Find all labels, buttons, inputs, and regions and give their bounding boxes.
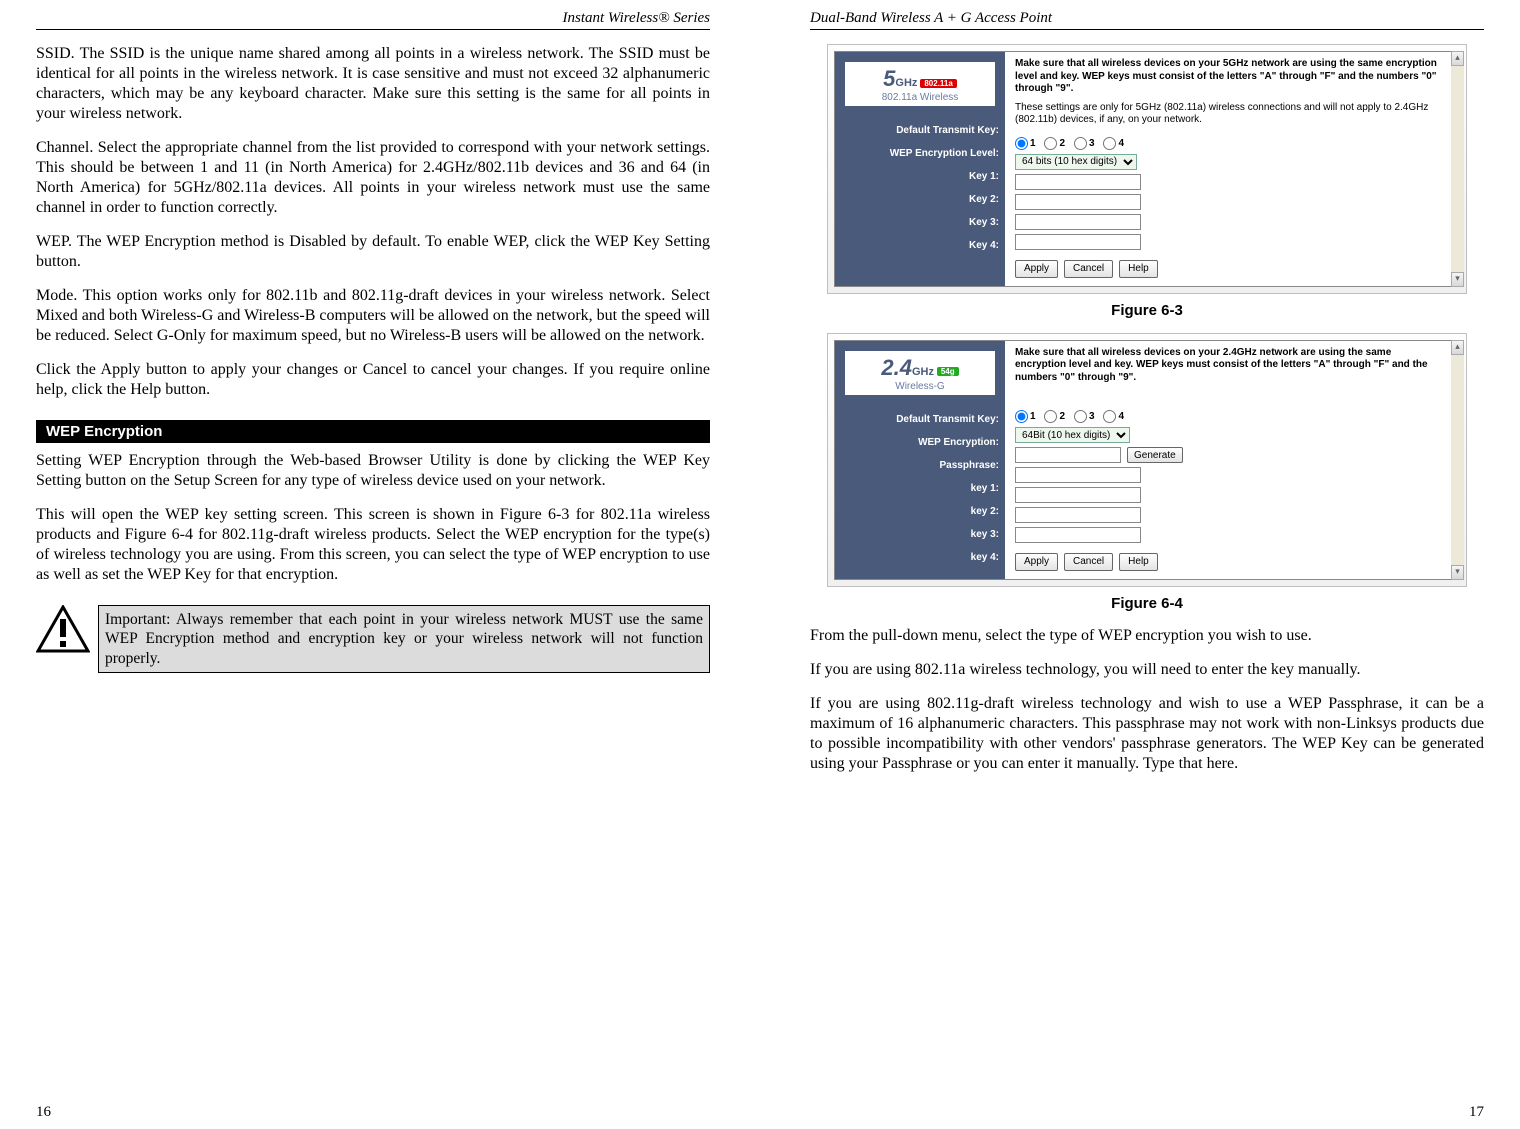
transmit-key-radios: 1 2 3 4 (1015, 410, 1445, 423)
para-wep-screen: This will open the WEP key setting scree… (36, 505, 710, 585)
para-apply: Click the Apply button to apply your cha… (36, 360, 710, 400)
transmit-key-4-radio[interactable] (1103, 137, 1116, 150)
transmit-key-radios: 1 2 3 4 (1015, 137, 1445, 150)
transmit-key-3-radio[interactable] (1074, 410, 1087, 423)
para-wep-setting: Setting WEP Encryption through the Web-b… (36, 451, 710, 491)
notice-24ghz: Make sure that all wireless devices on y… (1015, 347, 1445, 385)
apply-button[interactable]: Apply (1015, 553, 1058, 571)
generate-button[interactable]: Generate (1127, 447, 1183, 463)
label-encryption-level: WEP Encryption Level: (835, 145, 999, 163)
running-head-right: Dual-Band Wireless A + G Access Point (810, 10, 1484, 30)
transmit-key-2-radio[interactable] (1044, 137, 1057, 150)
scroll-down-icon[interactable]: ▾ (1451, 272, 1464, 287)
label-passphrase: Passphrase: (835, 457, 999, 475)
label-encryption: WEP Encryption: (835, 434, 999, 452)
label-key4: Key 4: (835, 237, 999, 255)
label-key3: key 3: (835, 526, 999, 544)
apply-button[interactable]: Apply (1015, 260, 1058, 278)
scrollbar[interactable]: ▴ ▾ (1451, 340, 1464, 581)
transmit-key-4-radio[interactable] (1103, 410, 1116, 423)
scrollbar[interactable]: ▴ ▾ (1451, 51, 1464, 287)
scroll-down-icon[interactable]: ▾ (1451, 565, 1464, 580)
key2-input[interactable] (1015, 194, 1141, 210)
scroll-up-icon[interactable]: ▴ (1451, 340, 1464, 355)
transmit-key-3-radio[interactable] (1074, 137, 1087, 150)
band-chip-80211a: 802.11a (920, 79, 956, 88)
para-wep: WEP. The WEP Encryption method is Disabl… (36, 232, 710, 272)
key3-input[interactable] (1015, 214, 1141, 230)
label-transmit-key: Default Transmit Key: (835, 122, 999, 140)
important-callout: Important: Always remember that each poi… (98, 605, 710, 673)
para-80211g-passphrase: If you are using 802.11g-draft wireless … (810, 694, 1484, 774)
label-key2: key 2: (835, 503, 999, 521)
help-button[interactable]: Help (1119, 553, 1158, 571)
running-head-left: Instant Wireless® Series (36, 10, 710, 30)
transmit-key-1-radio[interactable] (1015, 137, 1028, 150)
band-badge-5ghz: 5GHz 802.11a 802.11a Wireless (845, 62, 995, 108)
scroll-up-icon[interactable]: ▴ (1451, 51, 1464, 66)
figure-6-4-screenshot: ▴ ▾ 2.4GHz 54g Wireless-G Default Transm… (827, 333, 1467, 588)
label-transmit-key: Default Transmit Key: (835, 411, 999, 429)
label-key3: Key 3: (835, 214, 999, 232)
transmit-key-2-radio[interactable] (1044, 410, 1057, 423)
figure-6-3-screenshot: ▴ ▾ 5GHz 802.11a 802.11a Wireless Defaul… (827, 44, 1467, 294)
warning-triangle-icon (36, 605, 90, 653)
key2-input[interactable] (1015, 487, 1141, 503)
para-80211a-manual: If you are using 802.11a wireless techno… (810, 660, 1484, 680)
para-ssid: SSID. The SSID is the unique name shared… (36, 44, 710, 124)
label-key4: key 4: (835, 549, 999, 567)
band-badge-24ghz: 2.4GHz 54g Wireless-G (845, 351, 995, 397)
page-number-left: 16 (36, 1104, 51, 1121)
wep-encryption-level-select[interactable]: 64 bits (10 hex digits) (1015, 154, 1137, 170)
para-mode: Mode. This option works only for 802.11b… (36, 286, 710, 346)
label-key1: key 1: (835, 480, 999, 498)
para-pulldown: From the pull-down menu, select the type… (810, 626, 1484, 646)
label-key1: Key 1: (835, 168, 999, 186)
key4-input[interactable] (1015, 234, 1141, 250)
band-chip-54g: 54g (937, 367, 959, 376)
transmit-key-1-radio[interactable] (1015, 410, 1028, 423)
key3-input[interactable] (1015, 507, 1141, 523)
figure-6-3-caption: Figure 6-3 (810, 302, 1484, 319)
label-key2: Key 2: (835, 191, 999, 209)
passphrase-input[interactable] (1015, 447, 1121, 463)
key1-input[interactable] (1015, 174, 1141, 190)
cancel-button[interactable]: Cancel (1064, 260, 1113, 278)
notice-5ghz-2: These settings are only for 5GHz (802.11… (1015, 102, 1445, 127)
key1-input[interactable] (1015, 467, 1141, 483)
cancel-button[interactable]: Cancel (1064, 553, 1113, 571)
key4-input[interactable] (1015, 527, 1141, 543)
help-button[interactable]: Help (1119, 260, 1158, 278)
page-number-right: 17 (1469, 1104, 1484, 1121)
para-channel: Channel. Select the appropriate channel … (36, 138, 710, 218)
wep-encryption-select[interactable]: 64Bit (10 hex digits) (1015, 427, 1130, 443)
figure-6-4-caption: Figure 6-4 (810, 595, 1484, 612)
section-bar-wep: WEP Encryption (36, 420, 710, 443)
notice-5ghz: Make sure that all wireless devices on y… (1015, 58, 1445, 96)
